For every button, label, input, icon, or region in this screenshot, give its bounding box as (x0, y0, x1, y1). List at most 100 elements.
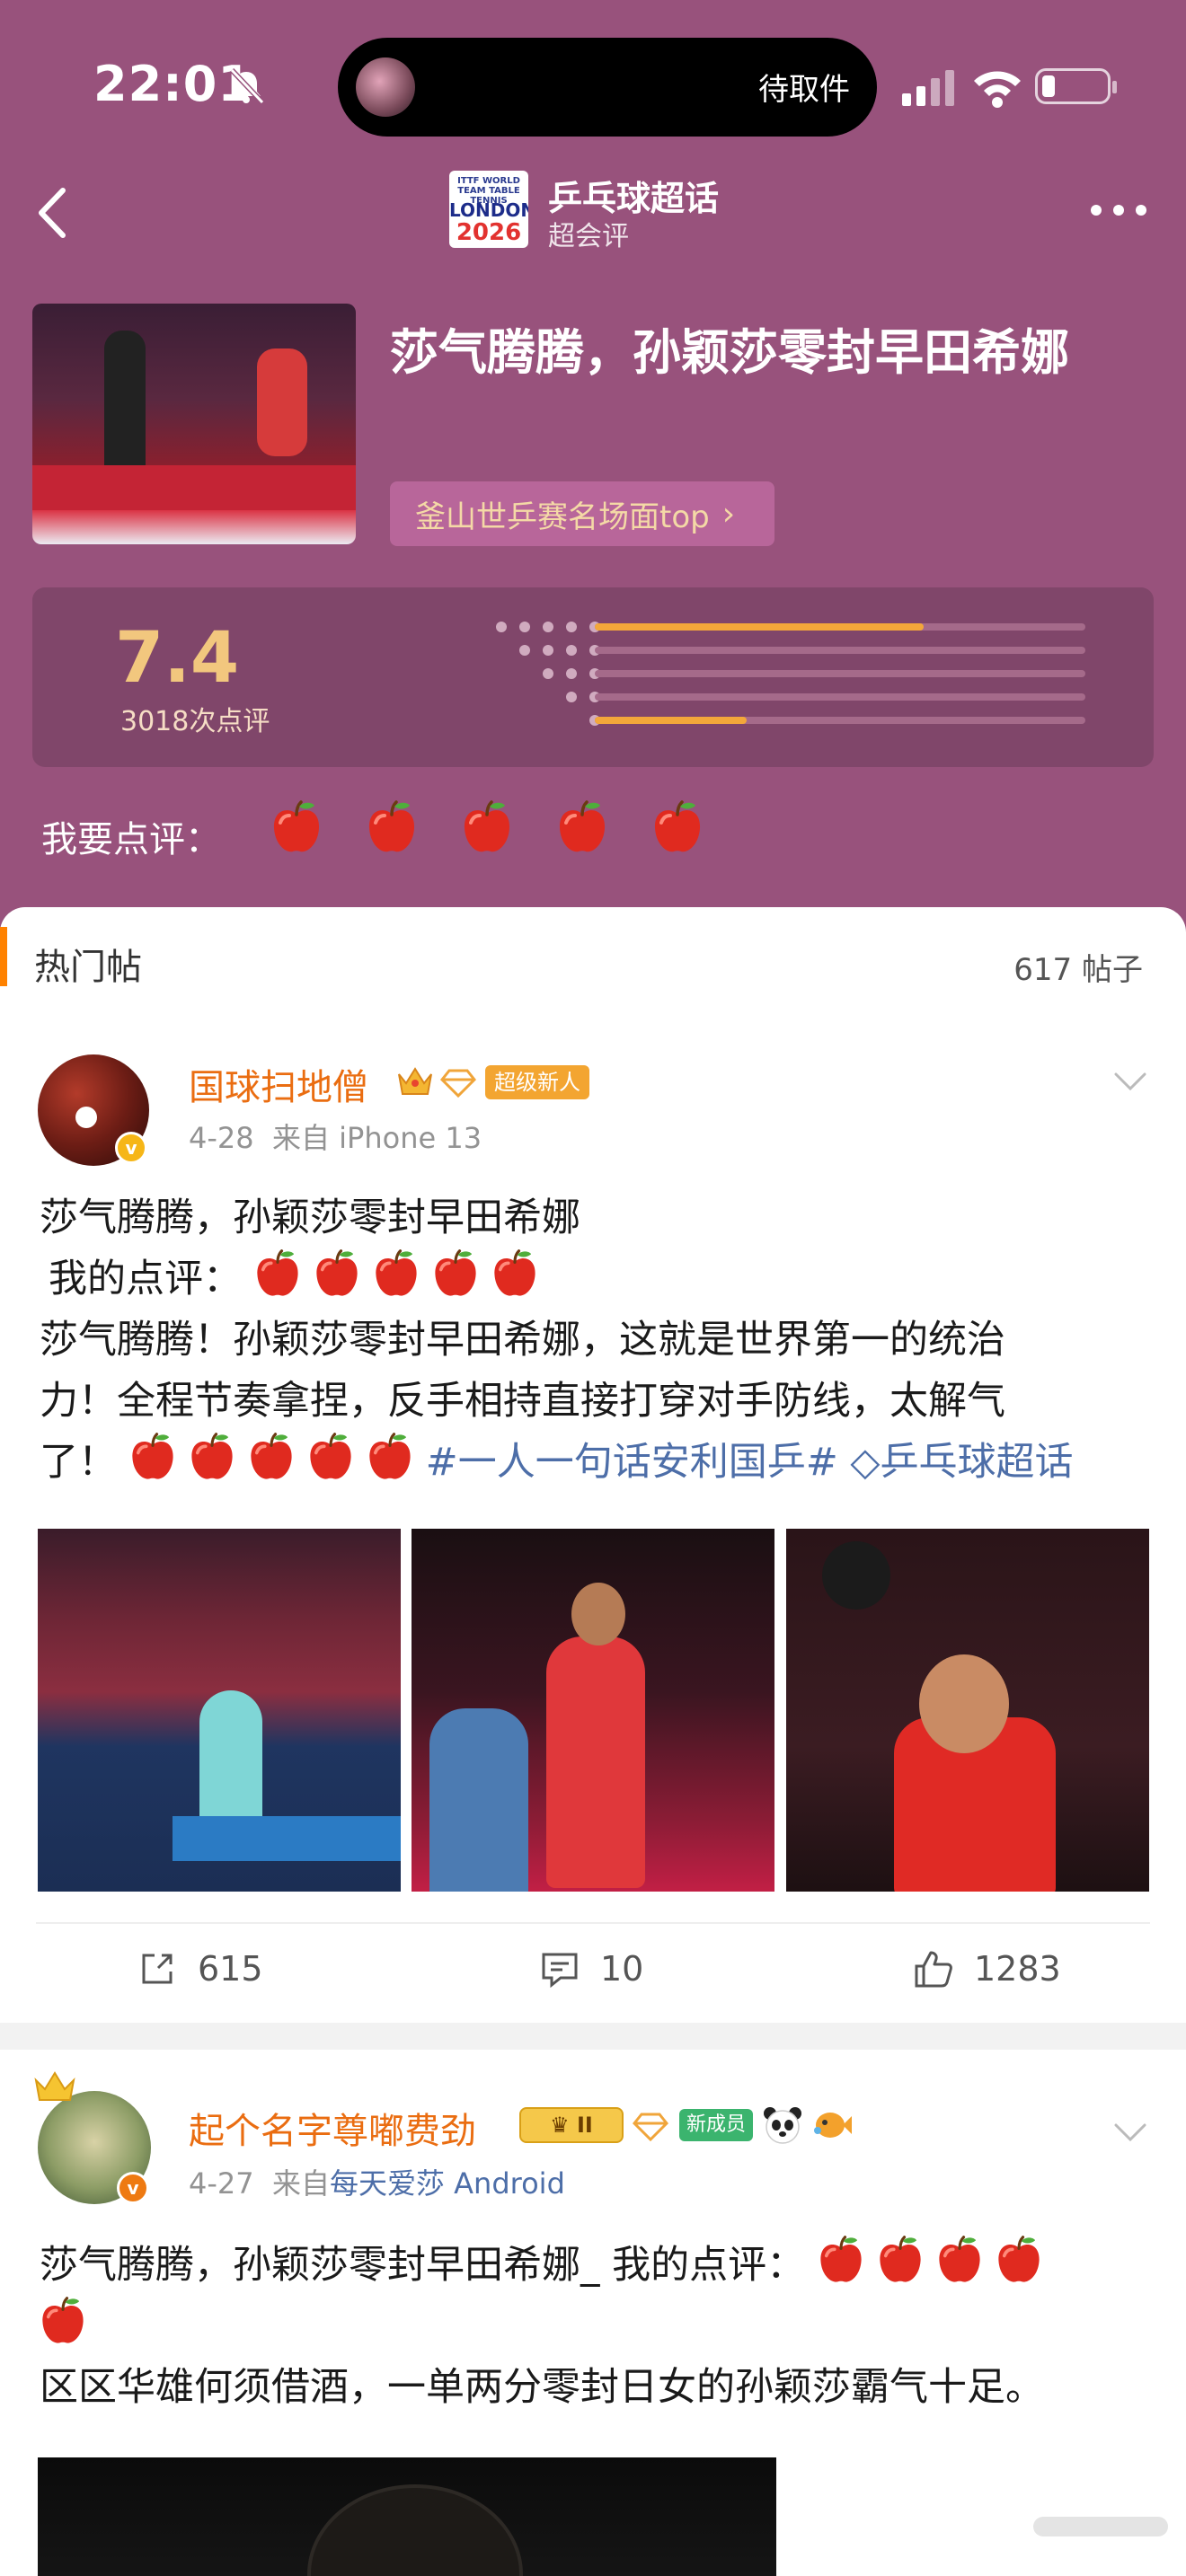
post-date: 4-28 (189, 1121, 254, 1155)
cellular-signal-icon (902, 70, 954, 106)
rank-chip-label: 釜山世乒赛名场面top (415, 498, 710, 535)
diamond-icon (633, 2113, 668, 2142)
crown-icon (398, 1067, 432, 1095)
post-body-line-2: 力！全程节奏拿捏，反手相持直接打穿对手防线，太解气 (40, 1379, 1005, 1424)
post-image[interactable] (38, 1529, 401, 1892)
post-source[interactable]: 每天爱莎 Android (330, 2166, 565, 2201)
apple-icon (432, 1248, 479, 1299)
wifi-icon (974, 71, 1021, 108)
rating-bar-track (595, 647, 1085, 654)
topic-logo-line2: LONDON (449, 199, 528, 221)
post-source-prefix: 来自 (271, 2166, 330, 2201)
post-meta: 4-27 来自每天爱莎 Android (189, 2161, 565, 2202)
review-apples (254, 1257, 551, 1301)
cover-image[interactable] (32, 304, 356, 544)
rating-level-dot (519, 622, 530, 632)
rate-apple-icon[interactable] (367, 799, 417, 855)
body-apples (129, 1440, 426, 1485)
review-label: 我的点评： (49, 1257, 242, 1301)
post-count: 617 帖子 (1013, 952, 1143, 988)
super-topic-link[interactable]: 乒乓球超话 (880, 1440, 1073, 1485)
rating-bar-track (595, 693, 1085, 701)
post-card[interactable]: v 起个名字尊嘟费劲 ♛ II 新成员 4-27 来自每天爱莎 Android … (0, 2050, 1186, 2576)
topic-logo[interactable]: ITTF WORLD TEAM TABLE TENNIS LONDON 2026 (449, 171, 528, 248)
hashtag-link[interactable]: #一人一句话安利国乒# (426, 1440, 838, 1485)
user-badge: 新成员 (679, 2109, 754, 2141)
comment-count: 10 (600, 1949, 644, 1989)
apple-icon (818, 2235, 864, 2285)
dynamic-island[interactable]: 待取件 (338, 38, 877, 137)
home-indicator (1033, 2517, 1168, 2536)
status-bar: 22:01 待取件 (0, 0, 1186, 144)
post-source: iPhone 13 (339, 1121, 482, 1155)
rating-summary: 7.4 3018次点评 (32, 587, 1154, 767)
chevron-left-icon[interactable] (27, 181, 81, 244)
apple-icon (40, 2296, 86, 2346)
apple-icon (314, 1248, 360, 1299)
hot-posts-feed: 热门帖 617 帖子 v 国球扫地僧 超级新人 4-28 来自 iPhone 1… (0, 907, 1186, 2576)
post-body-line-3: 了！ #一人一句话安利国乒# ◇乒乓球超话 (40, 1432, 1073, 1493)
apple-icon (936, 2235, 983, 2285)
post-body: 区区华雄何须借酒，一单两分零封日女的孙颖莎霸气十足。 (40, 2365, 1044, 2410)
apple-icon (307, 1432, 354, 1482)
user-badge: 超级新人 (485, 1065, 589, 1099)
rating-level-dot (543, 668, 553, 679)
apple-icon (189, 1432, 235, 1482)
apple-icon (491, 1248, 538, 1299)
section-accent (0, 927, 7, 986)
review-apples (40, 2304, 99, 2349)
crown-icon (34, 2071, 75, 2101)
topic-logo-line3: 2026 (456, 219, 522, 246)
rate-apple-icon[interactable] (462, 799, 512, 855)
apple-icon (373, 1248, 420, 1299)
rate-apples[interactable] (271, 799, 721, 871)
rating-bar-track (595, 670, 1085, 677)
topic-name[interactable]: 乒乓球超话 (548, 171, 719, 220)
post-image[interactable] (786, 1529, 1149, 1892)
post-body-line-1: 莎气腾腾！孙颖莎零封早田希娜，这就是世界第一的统治 (40, 1318, 1005, 1363)
review-apples (818, 2243, 1055, 2288)
more-dots-icon[interactable] (1087, 201, 1150, 219)
topic-subtitle: 超会评 (548, 221, 629, 252)
chevron-down-icon[interactable] (1112, 1071, 1148, 1092)
rate-apple-icon[interactable] (271, 799, 322, 855)
panda-icon (764, 2107, 801, 2144)
post-card[interactable]: v 国球扫地僧 超级新人 4-28 来自 iPhone 13 莎气腾腾，孙颖莎零… (0, 1033, 1186, 2012)
comment-icon (542, 1953, 578, 1989)
post-username[interactable]: 起个名字尊嘟费劲 (189, 2102, 476, 2154)
bell-slash-icon (229, 67, 265, 105)
rating-bar-fill (595, 717, 748, 724)
apple-icon (367, 1432, 413, 1482)
post-line-1: 莎气腾腾，孙颖莎零封早田希娜_ 我的点评： (40, 2243, 806, 2288)
apple-icon (129, 1432, 176, 1482)
verified-badge-icon: v (117, 2172, 149, 2204)
apple-icon (996, 2235, 1042, 2285)
post-image[interactable] (412, 1529, 774, 1892)
share-count: 615 (198, 1949, 263, 1989)
rating-count: 3018次点评 (120, 706, 270, 737)
comment-button[interactable]: 10 (539, 1942, 643, 1996)
review-title: 莎气腾腾，孙颖莎零封早田希娜 (390, 324, 1069, 381)
rate-apple-icon[interactable] (557, 799, 607, 855)
post-divider (0, 2023, 1186, 2050)
rating-level-dot (519, 645, 530, 656)
post-username[interactable]: 国球扫地僧 (189, 1058, 368, 1110)
battery-icon (1035, 68, 1117, 104)
rating-bar-track (595, 717, 1085, 724)
post-image[interactable] (38, 2457, 776, 2576)
rating-level-dot (566, 622, 577, 632)
chevron-down-icon[interactable] (1112, 2122, 1148, 2143)
share-button[interactable]: 615 (137, 1942, 263, 1996)
rating-level-dot (496, 622, 507, 632)
rating-level-dot (543, 645, 553, 656)
rate-apple-icon[interactable] (652, 799, 703, 855)
rating-bar-track (595, 623, 1085, 631)
like-button[interactable]: 1283 (913, 1942, 1061, 1996)
chevron-right-icon: › (721, 495, 736, 533)
rank-chip[interactable]: 釜山世乒赛名场面top › (390, 481, 774, 546)
post-source-prefix: 来自 (271, 1121, 330, 1155)
post-review-continued (40, 2296, 99, 2357)
post-meta: 4-28 来自 iPhone 13 (189, 1116, 482, 1157)
fish-icon (814, 2113, 852, 2138)
verified-badge-icon: v (115, 1132, 147, 1164)
